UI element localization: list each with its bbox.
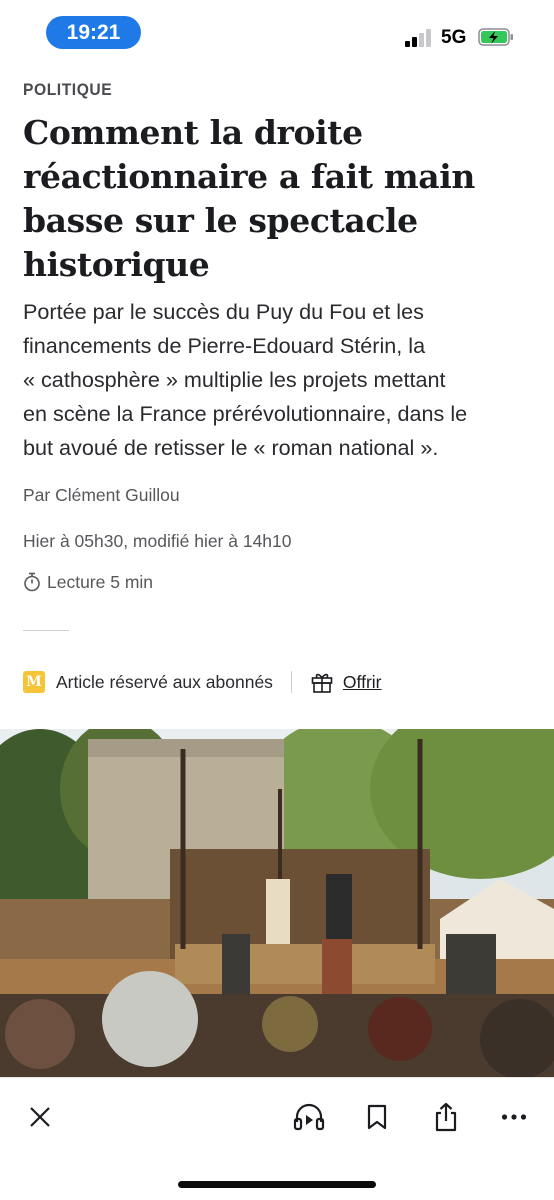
article-photo[interactable] [0, 729, 554, 1077]
more-button[interactable] [497, 1100, 531, 1134]
status-bar: 19:21 5G [0, 0, 554, 70]
more-icon [501, 1114, 527, 1120]
lede-line: « cathosphère » multiplie les projets me… [23, 367, 446, 392]
lede-line: financements de Pierre-Edouard Stérin, l… [23, 333, 426, 358]
headline-line: Comment la droite [23, 113, 363, 152]
section-kicker[interactable]: POLITIQUE [23, 80, 112, 100]
close-button[interactable] [23, 1100, 57, 1134]
battery-charging-icon [478, 28, 513, 46]
lede-line: en scène la France prérévolutionnaire, d… [23, 401, 468, 426]
article-headline: Comment la droite réactionnaire a fait m… [23, 111, 533, 287]
lede-line: but avoué de retisser le « roman nationa… [23, 435, 439, 460]
home-indicator[interactable] [178, 1181, 376, 1188]
divider [290, 671, 292, 693]
subscriber-row: M Article réservé aux abonnés Offrir [23, 667, 382, 697]
divider [23, 630, 69, 631]
status-time: 19:21 [46, 16, 141, 49]
article-lede: Portée par le succès du Puy du Fou et le… [23, 295, 533, 465]
subscriber-label: Article réservé aux abonnés [56, 671, 273, 692]
reading-time: Lecture 5 min [23, 570, 153, 594]
festival-stage-image [0, 729, 554, 1077]
offer-link[interactable]: Offrir [343, 672, 382, 693]
stopwatch-icon [24, 572, 40, 592]
reading-time-label: Lecture 5 min [47, 571, 154, 592]
listen-button[interactable] [292, 1100, 326, 1134]
author-byline[interactable]: Par Clément Guillou [23, 485, 180, 506]
listen-icon [293, 1103, 325, 1131]
headline-line: historique [23, 245, 210, 284]
bookmark-icon [367, 1104, 387, 1130]
publish-dates: Hier à 05h30, modifié hier à 14h10 [23, 531, 292, 551]
signal-icon [405, 29, 431, 47]
lede-line: Portée par le succès du Puy du Fou et le… [23, 299, 424, 324]
gift-icon[interactable] [310, 670, 334, 694]
close-icon [30, 1107, 50, 1127]
bookmark-button[interactable] [360, 1100, 394, 1134]
network-type: 5G [441, 27, 467, 48]
share-icon [435, 1102, 457, 1132]
share-button[interactable] [429, 1100, 463, 1134]
le-monde-badge-icon: M [23, 671, 45, 693]
headline-line: réactionnaire a fait main [23, 157, 475, 196]
headline-line: basse sur le spectacle [23, 201, 418, 240]
